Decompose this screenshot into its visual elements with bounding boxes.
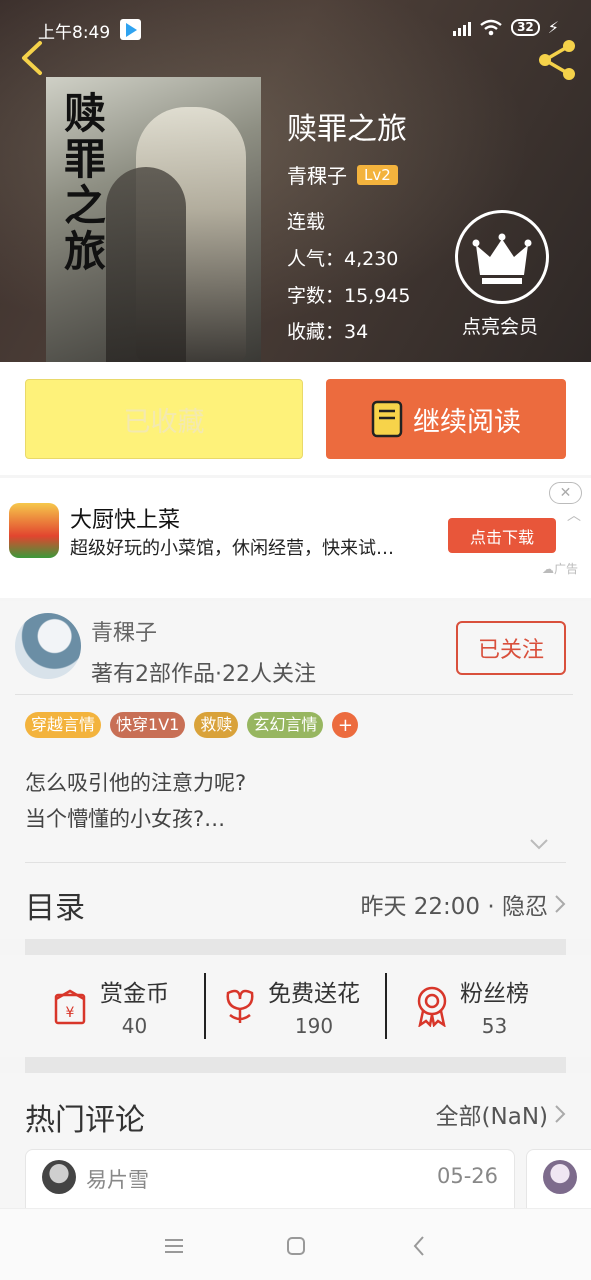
ad-app-icon — [9, 503, 59, 558]
send-flower-stat[interactable]: 免费送花 190 — [220, 971, 360, 1041]
author-line[interactable]: 青稞子 Lv2 — [287, 160, 398, 189]
word-count-stat: 字数：15,945 — [287, 285, 411, 307]
stat-label: 免费送花 — [268, 981, 360, 1007]
ad-label: ☁广告 — [542, 562, 579, 576]
table-of-contents-row[interactable]: 目录 昨天 22:00 · 隐忍 — [0, 863, 591, 939]
support-stats: ¥ 赏金币 40 免费送花 190 粉丝榜 53 — [0, 955, 591, 1057]
back-icon[interactable] — [407, 1234, 433, 1258]
flower-icon — [226, 989, 254, 1023]
chevron-right-icon — [555, 1105, 566, 1123]
tag-chip[interactable]: 救赎 — [194, 712, 239, 738]
stat-label: 粉丝榜 — [460, 981, 529, 1007]
tag-list: 穿越言情 快穿1V1 救赎 玄幻言情 + — [25, 712, 359, 738]
ad-banner[interactable]: 大厨快上菜 超级好玩的小菜馆，休闲经营，快来试… 点击下载 ✕ ︿ ☁广告 — [0, 478, 591, 598]
svg-text:¥: ¥ — [66, 1005, 75, 1021]
wifi-icon — [480, 19, 502, 35]
charging-icon: ⚡ — [547, 18, 559, 37]
system-nav-bar — [0, 1208, 591, 1280]
section-separator — [25, 939, 566, 955]
book-icon — [371, 400, 403, 438]
popularity-stat: 人气：4,230 — [287, 248, 399, 270]
serial-status: 连载 — [287, 211, 326, 233]
book-intro[interactable]: 怎么吸引他的注意力呢? 当个懵懂的小女孩?… — [25, 765, 246, 837]
stat-value: 53 — [481, 1014, 508, 1038]
divider — [385, 973, 387, 1039]
favorited-button[interactable]: 已收藏 — [25, 379, 303, 459]
ad-title: 大厨快上菜 — [70, 508, 181, 533]
book-cover[interactable]: 赎罪之旅 — [46, 77, 261, 362]
continue-reading-label: 继续阅读 — [413, 406, 521, 438]
play-store-icon — [120, 19, 141, 40]
ad-close-icon[interactable]: ✕ — [549, 482, 582, 504]
action-bar: 已收藏 继续阅读 — [0, 362, 591, 475]
author-avatar[interactable] — [15, 613, 81, 679]
reward-coins-stat[interactable]: ¥ 赏金币 40 — [50, 971, 169, 1041]
continue-reading-button[interactable]: 继续阅读 — [326, 379, 566, 459]
divider — [204, 973, 206, 1039]
author-works: 著有2部作品·22人关注 — [91, 662, 316, 687]
vip-crown-button[interactable] — [455, 210, 549, 304]
intro-line: 怎么吸引他的注意力呢? — [25, 771, 247, 795]
comment-card[interactable]: 易片雪 05-26 — [25, 1149, 515, 1208]
stat-value: 190 — [294, 1014, 334, 1038]
comment-card[interactable] — [526, 1149, 591, 1208]
share-icon[interactable] — [535, 38, 581, 82]
comment-user[interactable]: 易片雪 — [86, 1164, 149, 1194]
crown-icon — [472, 233, 532, 284]
latest-chapter[interactable]: 昨天 22:00 · 隐忍 — [360, 887, 566, 921]
avatar[interactable] — [543, 1160, 577, 1194]
status-time: 上午8:49 — [38, 23, 111, 43]
favorites-stat: 收藏：34 — [287, 321, 369, 343]
divider — [15, 694, 573, 695]
section-separator — [25, 1057, 566, 1073]
signal-icon — [453, 20, 472, 36]
medal-icon — [417, 986, 447, 1027]
vip-label[interactable]: 点亮会员 — [462, 312, 538, 339]
all-comments-link[interactable]: 全部(NaN) — [436, 1097, 566, 1131]
home-icon[interactable] — [283, 1234, 309, 1258]
fan-ranking-stat[interactable]: 粉丝榜 53 — [412, 971, 529, 1041]
comment-date: 05-26 — [436, 1164, 498, 1188]
chevron-up-icon[interactable]: ︿ — [567, 505, 581, 525]
tag-chip[interactable]: 穿越言情 — [25, 712, 102, 738]
ad-download-button[interactable]: 点击下载 — [448, 518, 556, 553]
menu-icon[interactable] — [161, 1234, 187, 1258]
stat-label: 赏金币 — [100, 981, 169, 1007]
chevron-right-icon — [555, 895, 566, 913]
red-envelope-icon: ¥ — [54, 989, 86, 1025]
author-card-name[interactable]: 青稞子 — [91, 615, 157, 647]
follow-button[interactable]: 已关注 — [456, 621, 566, 675]
back-arrow-icon[interactable] — [16, 40, 46, 76]
tag-chip[interactable]: 玄幻言情 — [247, 712, 324, 738]
level-badge: Lv2 — [357, 164, 398, 185]
ad-subtitle: 超级好玩的小菜馆，休闲经营，快来试… — [70, 538, 394, 559]
stat-value: 40 — [121, 1014, 148, 1038]
cover-title: 赎罪之旅 — [64, 89, 107, 276]
toc-title: 目录 — [25, 891, 85, 926]
intro-line: 当个懵懂的小女孩?… — [25, 807, 226, 831]
status-bar: 上午8:49 32 ⚡ — [0, 0, 591, 44]
hot-comments-section: 热门评论 全部(NaN) 易片雪 05-26 — [0, 1073, 591, 1208]
battery-level: 32 — [511, 19, 540, 36]
tag-chip[interactable]: 快穿1V1 — [110, 712, 186, 738]
more-tags-button[interactable]: + — [332, 712, 359, 738]
avatar[interactable] — [42, 1160, 76, 1194]
author-name[interactable]: 青稞子 — [287, 160, 347, 189]
book-title: 赎罪之旅 — [287, 112, 407, 147]
comments-title: 热门评论 — [25, 1103, 145, 1138]
expand-chevron-down-icon[interactable] — [528, 837, 550, 851]
